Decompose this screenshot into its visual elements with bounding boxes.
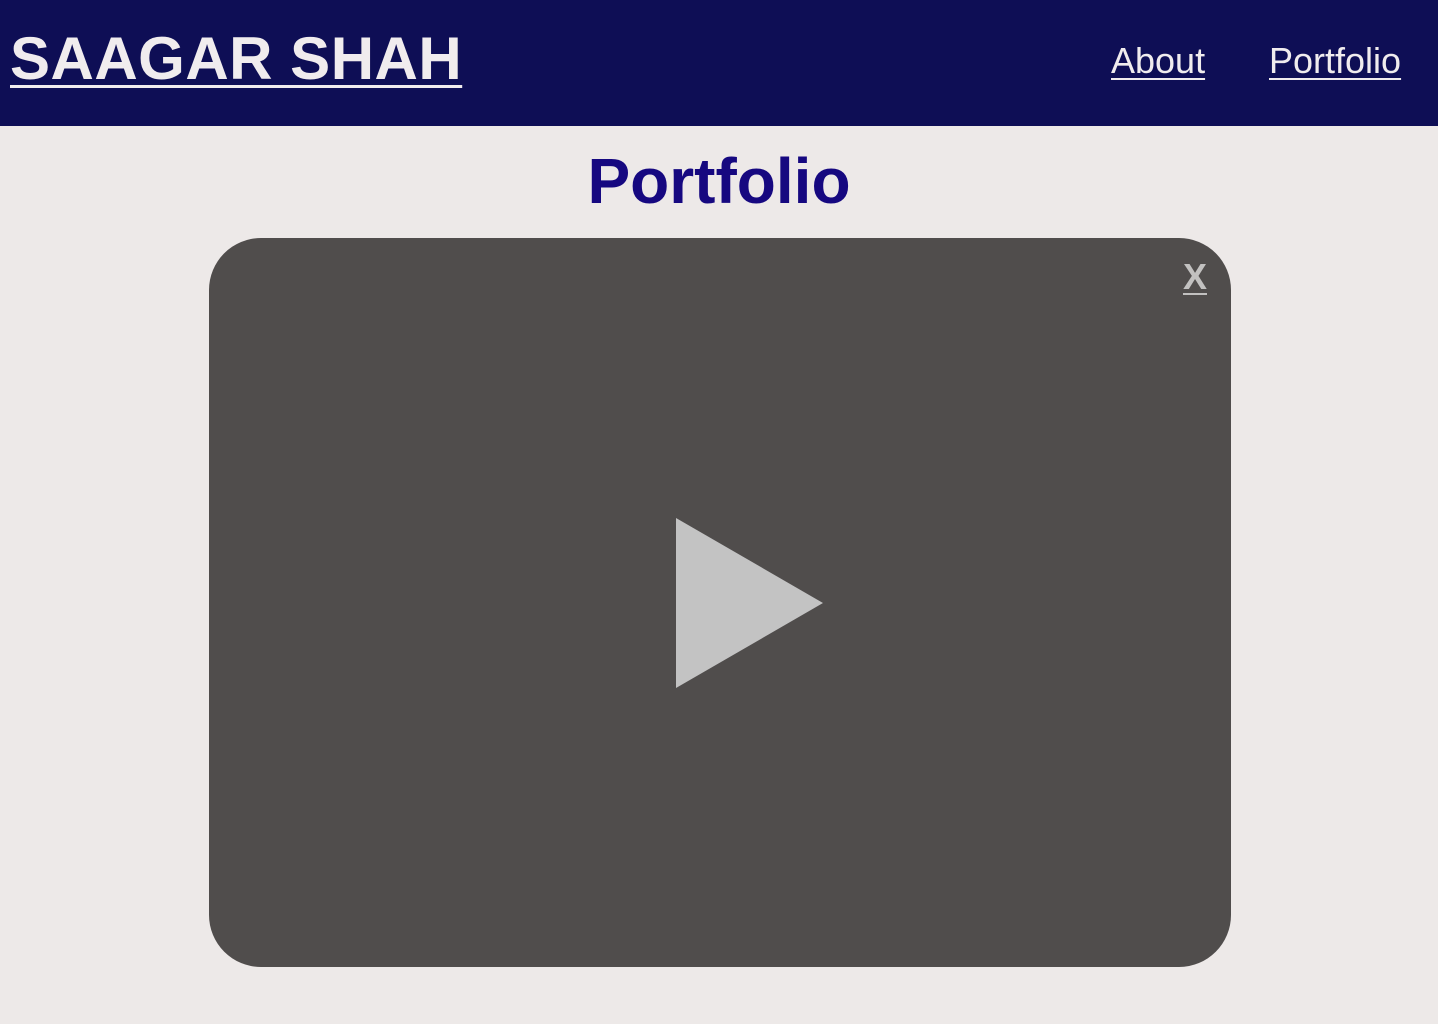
nav-about-link[interactable]: About [1111,40,1205,82]
site-header: SAAGAR SHAH About Portfolio [0,0,1438,126]
nav-portfolio-link[interactable]: Portfolio [1269,40,1401,82]
play-icon[interactable] [676,518,823,688]
page-title: Portfolio [587,145,851,217]
close-button[interactable]: X [1183,256,1207,298]
video-player[interactable]: X [209,238,1231,967]
site-title-link[interactable]: SAAGAR SHAH [10,24,462,93]
